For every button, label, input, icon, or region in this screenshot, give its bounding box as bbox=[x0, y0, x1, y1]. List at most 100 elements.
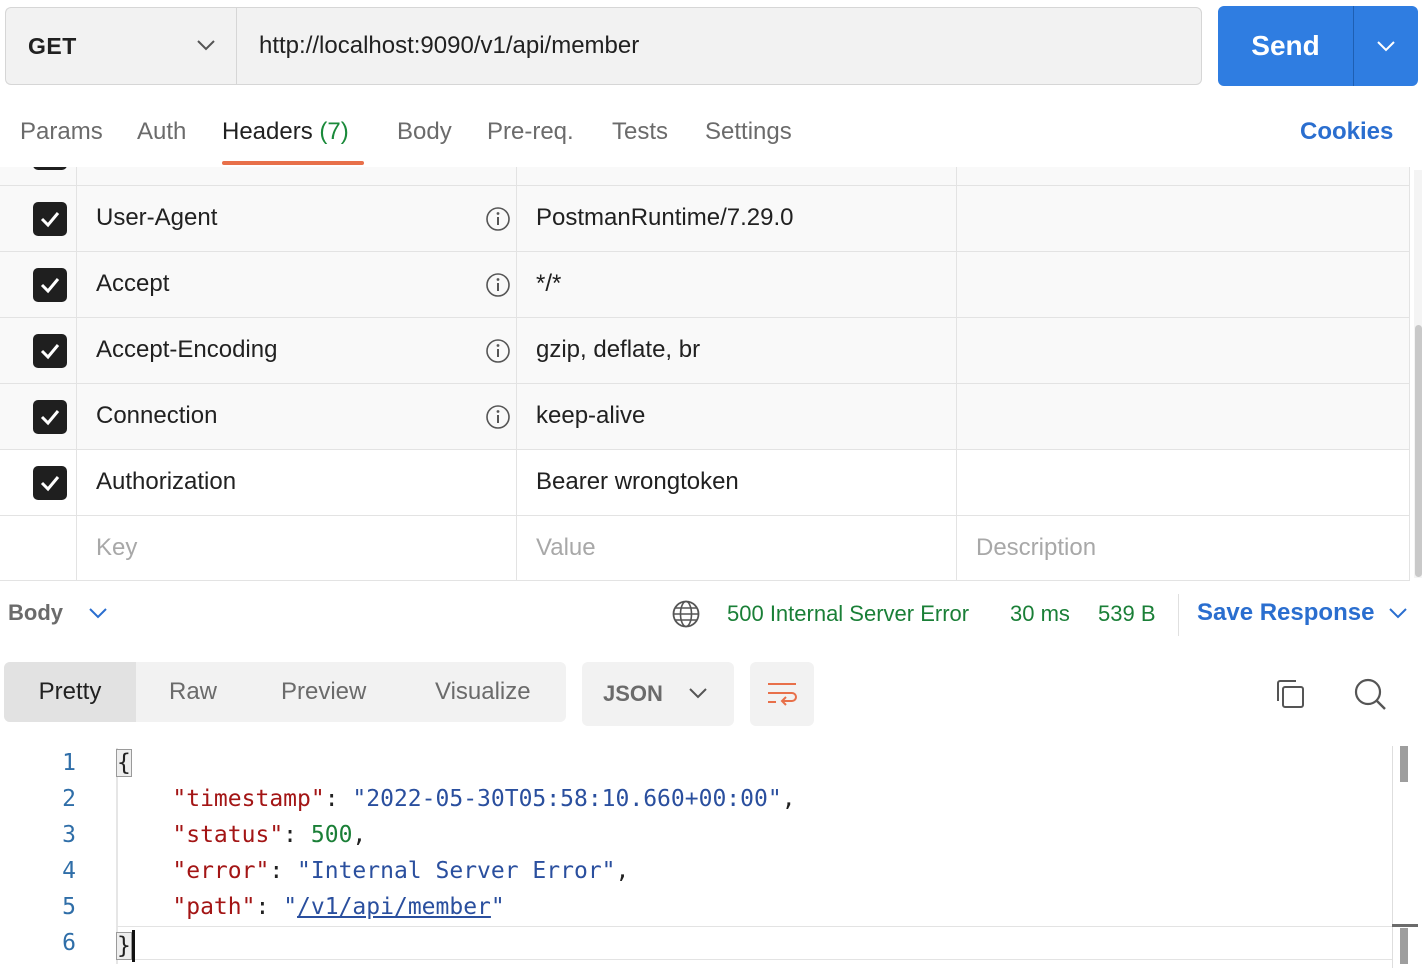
key-placeholder: Key bbox=[96, 534, 138, 561]
send-button[interactable]: Send bbox=[1218, 6, 1353, 86]
header-value: gzip, deflate, br bbox=[536, 336, 701, 363]
checkbox-checked-icon[interactable] bbox=[33, 400, 67, 434]
language-select[interactable]: JSON bbox=[582, 662, 734, 726]
code-line: } bbox=[116, 930, 135, 962]
cookies-link[interactable]: Cookies bbox=[1300, 118, 1393, 146]
check-icon bbox=[40, 410, 60, 426]
code-line: "status": 500, bbox=[172, 822, 367, 848]
header-value-cell[interactable]: */* bbox=[517, 252, 957, 317]
header-value: Bearer wrongtoken bbox=[536, 468, 739, 495]
line-number: 6 bbox=[62, 930, 76, 956]
line-number: 2 bbox=[62, 786, 76, 812]
header-key: Connection bbox=[96, 402, 218, 429]
tab-headers[interactable]: Headers (7) bbox=[222, 118, 349, 146]
new-key-input[interactable]: Key bbox=[77, 516, 517, 580]
header-description-cell[interactable] bbox=[957, 252, 1410, 317]
json-key: "path" bbox=[172, 894, 256, 920]
checkbox-checked-icon[interactable] bbox=[33, 167, 67, 170]
info-icon[interactable] bbox=[485, 272, 511, 298]
response-status[interactable]: 500 Internal Server Error bbox=[727, 601, 969, 627]
view-mode-raw[interactable]: Raw bbox=[169, 662, 217, 722]
chevron-down-icon[interactable] bbox=[1388, 606, 1408, 620]
info-icon[interactable] bbox=[485, 206, 511, 232]
send-options-button[interactable] bbox=[1353, 6, 1418, 86]
check-icon bbox=[40, 476, 60, 492]
header-key: User-Agent bbox=[96, 204, 218, 231]
checkbox-checked-icon[interactable] bbox=[33, 334, 67, 368]
checkbox-checked-icon[interactable] bbox=[33, 466, 67, 500]
header-key-cell[interactable]: User-Agent bbox=[77, 186, 517, 251]
path-link[interactable]: /v1/api/member bbox=[297, 894, 491, 920]
header-value-cell[interactable]: PostmanRuntime/7.29.0 bbox=[517, 186, 957, 251]
json-quote: " bbox=[283, 894, 298, 920]
header-value-cell[interactable]: gzip, deflate, br bbox=[517, 318, 957, 383]
view-mode-pretty[interactable]: Pretty bbox=[4, 662, 136, 722]
wrap-lines-button[interactable] bbox=[750, 662, 814, 726]
method-label: GET bbox=[28, 32, 77, 59]
new-value-input[interactable]: Value bbox=[517, 516, 957, 580]
header-description-cell[interactable] bbox=[957, 384, 1410, 449]
header-description-cell[interactable] bbox=[957, 318, 1410, 383]
header-value: keep-alive bbox=[536, 402, 646, 429]
header-description-cell[interactable] bbox=[957, 450, 1410, 515]
method-select[interactable]: GET bbox=[5, 7, 236, 85]
response-time[interactable]: 30 ms bbox=[1010, 601, 1070, 627]
description-placeholder: Description bbox=[976, 534, 1097, 561]
table-row bbox=[0, 167, 1410, 185]
globe-icon[interactable] bbox=[671, 599, 701, 629]
copy-icon[interactable] bbox=[1272, 676, 1308, 712]
tab-pre-request[interactable]: Pre-req. bbox=[487, 118, 574, 146]
view-mode-visualize[interactable]: Visualize bbox=[435, 662, 531, 722]
line-number: 1 bbox=[62, 750, 76, 776]
headers-count-badge: (7) bbox=[319, 118, 349, 145]
chevron-down-icon[interactable] bbox=[88, 606, 108, 620]
tab-tests[interactable]: Tests bbox=[612, 118, 668, 146]
save-response-button[interactable]: Save Response bbox=[1197, 599, 1374, 627]
checkbox-checked-icon[interactable] bbox=[33, 202, 67, 236]
info-icon[interactable] bbox=[485, 338, 511, 364]
editor-scrollbar-thumb[interactable] bbox=[1400, 746, 1408, 782]
response-body-editor[interactable]: 1 2 3 4 5 6 { "timestamp": "2022-05-30T0… bbox=[0, 746, 1424, 968]
editor-scrollbar-thumb[interactable] bbox=[1400, 928, 1408, 964]
header-key-cell[interactable]: Authorization bbox=[77, 450, 517, 515]
language-label: JSON bbox=[603, 681, 663, 706]
header-key-cell[interactable]: Accept bbox=[77, 252, 517, 317]
tab-body[interactable]: Body bbox=[397, 118, 452, 146]
chevron-down-icon bbox=[1377, 41, 1395, 52]
search-icon[interactable] bbox=[1352, 676, 1388, 712]
editor-scrollbar-track bbox=[1392, 746, 1393, 968]
divider bbox=[1178, 594, 1179, 636]
chevron-down-icon bbox=[689, 688, 707, 699]
header-key-cell[interactable]: Connection bbox=[77, 384, 517, 449]
response-size[interactable]: 539 B bbox=[1098, 601, 1156, 627]
header-value-cell[interactable]: keep-alive bbox=[517, 384, 957, 449]
url-input[interactable]: http://localhost:9090/v1/api/member bbox=[236, 7, 1202, 85]
view-mode-preview[interactable]: Preview bbox=[281, 662, 366, 722]
open-brace: { bbox=[116, 749, 132, 777]
header-key: Accept-Encoding bbox=[96, 336, 278, 363]
headers-scrollbar-thumb[interactable] bbox=[1415, 325, 1422, 577]
header-value: PostmanRuntime/7.29.0 bbox=[536, 204, 794, 231]
checkbox-checked-icon[interactable] bbox=[33, 268, 67, 302]
tab-settings[interactable]: Settings bbox=[705, 118, 792, 146]
header-row-accept-encoding: Accept-Encoding gzip, deflate, br bbox=[0, 317, 1410, 383]
line-number: 4 bbox=[62, 858, 76, 884]
tab-auth[interactable]: Auth bbox=[137, 118, 186, 146]
header-value-cell[interactable]: Bearer wrongtoken bbox=[517, 450, 957, 515]
json-quote: " bbox=[490, 894, 505, 920]
json-number: 500 bbox=[310, 822, 353, 848]
header-row-new: Key Value Description bbox=[0, 515, 1410, 581]
check-icon bbox=[40, 212, 60, 228]
header-key-cell[interactable]: Accept-Encoding bbox=[77, 318, 517, 383]
header-key: Accept bbox=[96, 270, 170, 297]
info-icon[interactable] bbox=[485, 404, 511, 430]
check-icon bbox=[40, 278, 60, 294]
response-body-label[interactable]: Body bbox=[8, 600, 63, 626]
code-line: "path": "/v1/api/member" bbox=[172, 894, 505, 920]
header-description-cell[interactable] bbox=[957, 186, 1410, 251]
chevron-down-icon bbox=[197, 40, 215, 51]
value-placeholder: Value bbox=[536, 534, 596, 561]
new-description-input[interactable]: Description bbox=[957, 516, 1410, 580]
tab-params[interactable]: Params bbox=[20, 118, 103, 146]
text-cursor bbox=[131, 930, 135, 962]
